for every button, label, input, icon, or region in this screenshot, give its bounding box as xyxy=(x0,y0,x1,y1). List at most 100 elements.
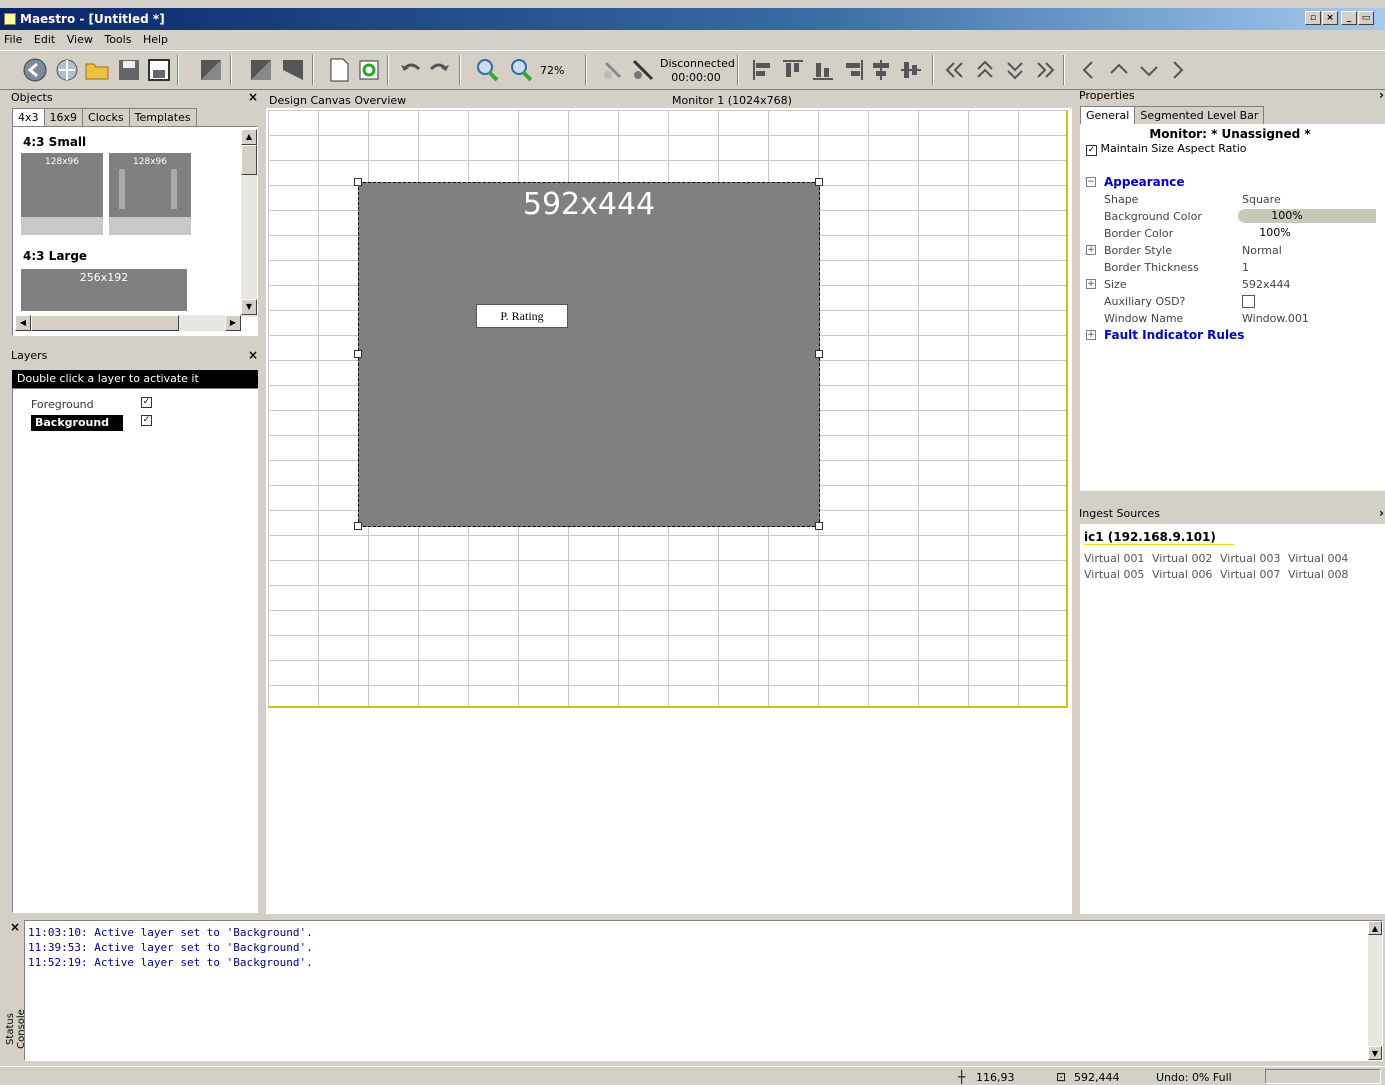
prop-row-background-color[interactable]: Background Color 100% xyxy=(1080,208,1385,225)
close-icon[interactable]: × xyxy=(10,920,20,934)
ingest-source-item[interactable]: Virtual 004 xyxy=(1288,552,1348,565)
console-output[interactable]: 11:03:10: Active layer set to 'Backgroun… xyxy=(24,920,1383,1061)
resize-handle[interactable] xyxy=(815,178,823,186)
redo-icon[interactable] xyxy=(426,57,452,83)
close-icon[interactable]: › xyxy=(1379,506,1384,520)
close-doc-icon[interactable]: × xyxy=(1322,11,1338,25)
expand-icon[interactable]: + xyxy=(1086,245,1096,255)
refresh-icon[interactable] xyxy=(356,57,382,83)
expand-icon[interactable]: + xyxy=(1086,279,1096,289)
scroll-right-icon[interactable]: ▶ xyxy=(225,315,241,331)
ingest-source-item[interactable]: Virtual 005 xyxy=(1084,568,1144,581)
open-folder-icon[interactable] xyxy=(84,57,110,83)
menu-file[interactable]: File xyxy=(0,31,26,49)
color-swatch-value[interactable]: 100% xyxy=(1238,209,1376,223)
resize-handle[interactable] xyxy=(354,178,362,186)
layer-visibility-checkbox[interactable]: ✓ xyxy=(141,397,152,408)
restore-icon[interactable]: ▫ xyxy=(1305,11,1321,25)
align-top-icon[interactable] xyxy=(780,57,806,83)
layer-back-icon[interactable] xyxy=(280,57,306,83)
align-left-icon[interactable] xyxy=(750,57,776,83)
scroll-thumb-h[interactable] xyxy=(31,315,179,331)
prop-row-border-style[interactable]: + Border Style Normal xyxy=(1080,242,1385,259)
thumbnail-small-1[interactable]: 128x96 xyxy=(21,153,103,235)
console-tab[interactable]: Status Console xyxy=(5,990,27,1060)
scroll-down-icon[interactable]: ▼ xyxy=(1368,1046,1382,1060)
monitor-canvas[interactable]: 592x444 P. Rating xyxy=(268,110,1068,708)
rating-label-element[interactable]: P. Rating xyxy=(476,304,568,328)
prop-row-auxiliary-osd[interactable]: Auxiliary OSD? xyxy=(1080,293,1385,310)
move-top-icon[interactable] xyxy=(972,57,998,83)
move-first-left-icon[interactable] xyxy=(942,57,968,83)
save-icon[interactable] xyxy=(116,57,142,83)
maximize-button[interactable]: ▭ xyxy=(1358,11,1374,25)
scroll-down-icon[interactable]: ▼ xyxy=(241,299,257,315)
scroll-up-icon[interactable]: ▲ xyxy=(241,129,257,145)
auxiliary-osd-checkbox[interactable] xyxy=(1242,295,1255,308)
resize-handle[interactable] xyxy=(815,350,823,358)
ingest-source-item[interactable]: Virtual 001 xyxy=(1084,552,1144,565)
tab-templates[interactable]: Templates xyxy=(128,108,197,126)
new-page-icon[interactable] xyxy=(326,57,352,83)
menu-edit[interactable]: Edit xyxy=(30,31,59,49)
zoom-out-icon[interactable] xyxy=(508,57,534,83)
move-right-icon[interactable] xyxy=(1164,57,1190,83)
move-up-icon[interactable] xyxy=(1106,57,1132,83)
align-bottom-icon[interactable] xyxy=(810,57,836,83)
section-fault-indicator-rules[interactable]: + Fault Indicator Rules xyxy=(1080,327,1385,344)
minimize-button[interactable]: _ xyxy=(1341,11,1357,25)
move-last-right-icon[interactable] xyxy=(1032,57,1058,83)
move-bottom-icon[interactable] xyxy=(1002,57,1028,83)
back-icon[interactable] xyxy=(22,57,48,83)
ingest-source-item[interactable]: Virtual 006 xyxy=(1152,568,1212,581)
center-horizontal-icon[interactable] xyxy=(868,57,894,83)
layer-visibility-checkbox[interactable]: ✓ xyxy=(141,415,152,426)
aspect-ratio-checkbox[interactable]: ✓ xyxy=(1086,145,1097,156)
ingest-source-item[interactable]: Virtual 008 xyxy=(1288,568,1348,581)
resize-handle[interactable] xyxy=(354,522,362,530)
aspect-ratio-option[interactable]: ✓ Maintain Size Aspect Ratio xyxy=(1086,142,1247,156)
resize-handle[interactable] xyxy=(815,522,823,530)
save-as-icon[interactable] xyxy=(146,57,172,83)
collapse-icon[interactable]: − xyxy=(1086,177,1096,187)
prop-row-border-thickness[interactable]: Border Thickness 1 xyxy=(1080,259,1385,276)
ingest-server[interactable]: ic1 (192.168.9.101) xyxy=(1084,530,1234,545)
layer-front-icon[interactable] xyxy=(248,57,274,83)
menu-help[interactable]: Help xyxy=(139,31,172,49)
layer-foreground[interactable]: Foreground ✓ xyxy=(31,397,231,413)
menu-tools[interactable]: Tools xyxy=(100,31,135,49)
close-icon[interactable]: × xyxy=(248,90,258,104)
disconnect-icon[interactable] xyxy=(630,57,656,83)
prop-row-size[interactable]: + Size 592x444 xyxy=(1080,276,1385,293)
thumbnail-small-2[interactable]: 128x96 xyxy=(109,153,191,235)
color-swatch-value[interactable]: 100% xyxy=(1238,226,1312,240)
prop-row-shape[interactable]: Shape Square xyxy=(1080,191,1385,208)
window-element[interactable]: 592x444 P. Rating xyxy=(354,178,823,530)
layer-icon[interactable] xyxy=(198,57,224,83)
scroll-up-icon[interactable]: ▲ xyxy=(1368,921,1382,935)
tab-segmented-level-bar[interactable]: Segmented Level Bar xyxy=(1134,106,1265,124)
ingest-source-item[interactable]: Virtual 003 xyxy=(1220,552,1280,565)
zoom-in-icon[interactable] xyxy=(474,57,500,83)
center-vertical-icon[interactable] xyxy=(898,57,924,83)
close-icon[interactable]: › xyxy=(1379,88,1384,102)
scroll-thumb[interactable] xyxy=(241,145,257,175)
tab-general[interactable]: General xyxy=(1080,106,1136,124)
move-left-icon[interactable] xyxy=(1076,57,1102,83)
align-right-icon[interactable] xyxy=(840,57,866,83)
prop-row-border-color[interactable]: Border Color 100% xyxy=(1080,225,1385,242)
ingest-source-item[interactable]: Virtual 002 xyxy=(1152,552,1212,565)
vertical-scrollbar[interactable]: ▲ ▼ xyxy=(241,129,257,317)
resize-handle[interactable] xyxy=(354,350,362,358)
expand-icon[interactable]: + xyxy=(1086,330,1096,340)
prop-row-window-name[interactable]: Window Name Window.001 xyxy=(1080,310,1385,327)
close-icon[interactable]: × xyxy=(248,348,258,362)
tab-4x3[interactable]: 4x3 xyxy=(12,108,45,126)
tab-16x9[interactable]: 16x9 xyxy=(43,108,84,126)
section-appearance[interactable]: − Appearance xyxy=(1080,174,1385,191)
connect-icon[interactable] xyxy=(600,57,626,83)
layer-background[interactable]: Background ✓ xyxy=(31,415,231,431)
undo-icon[interactable] xyxy=(398,57,424,83)
web-icon[interactable] xyxy=(54,57,80,83)
scroll-left-icon[interactable]: ◀ xyxy=(15,315,31,331)
